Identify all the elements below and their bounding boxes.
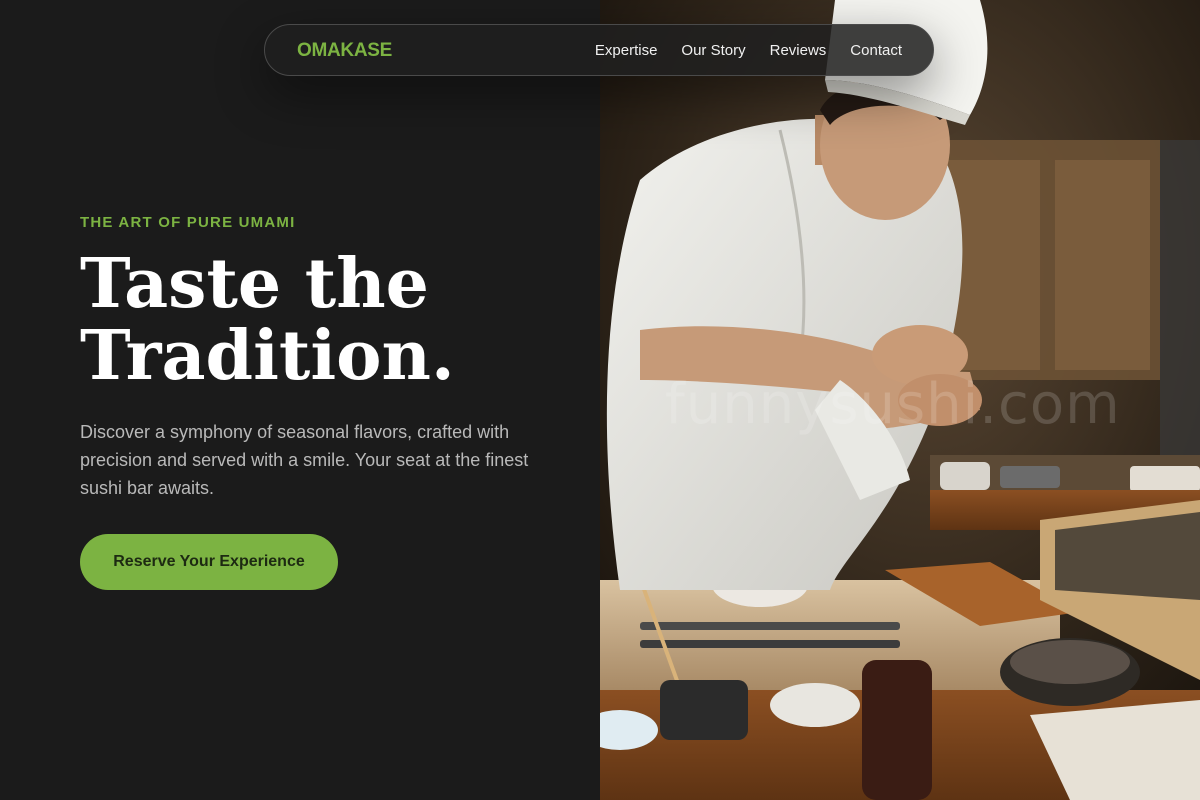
hero-eyebrow: THE ART OF PURE UMAMI bbox=[80, 214, 296, 231]
hero-description: Discover a symphony of seasonal flavors,… bbox=[80, 422, 529, 498]
nav-link-expertise[interactable]: Expertise bbox=[595, 42, 658, 59]
watermark: funnysushi.com bbox=[665, 372, 1121, 437]
brand-logo[interactable]: OMAKASE bbox=[297, 40, 392, 62]
hero-headline-line-2: Tradition. bbox=[80, 316, 455, 396]
nav-link-reviews[interactable]: Reviews bbox=[770, 42, 827, 59]
top-navigation-bar: OMAKASE Expertise Our Story Reviews Cont… bbox=[264, 24, 934, 76]
hero-left-panel bbox=[0, 0, 600, 800]
hero-headline: Taste the Tradition. bbox=[80, 248, 560, 392]
reserve-experience-button[interactable]: Reserve Your Experience bbox=[80, 534, 338, 590]
nav-link-contact[interactable]: Contact bbox=[850, 42, 902, 59]
nav-links: Expertise Our Story Reviews Contact bbox=[595, 42, 902, 59]
hero-headline-line-1: Taste the bbox=[80, 244, 429, 324]
nav-link-our-story[interactable]: Our Story bbox=[681, 42, 745, 59]
